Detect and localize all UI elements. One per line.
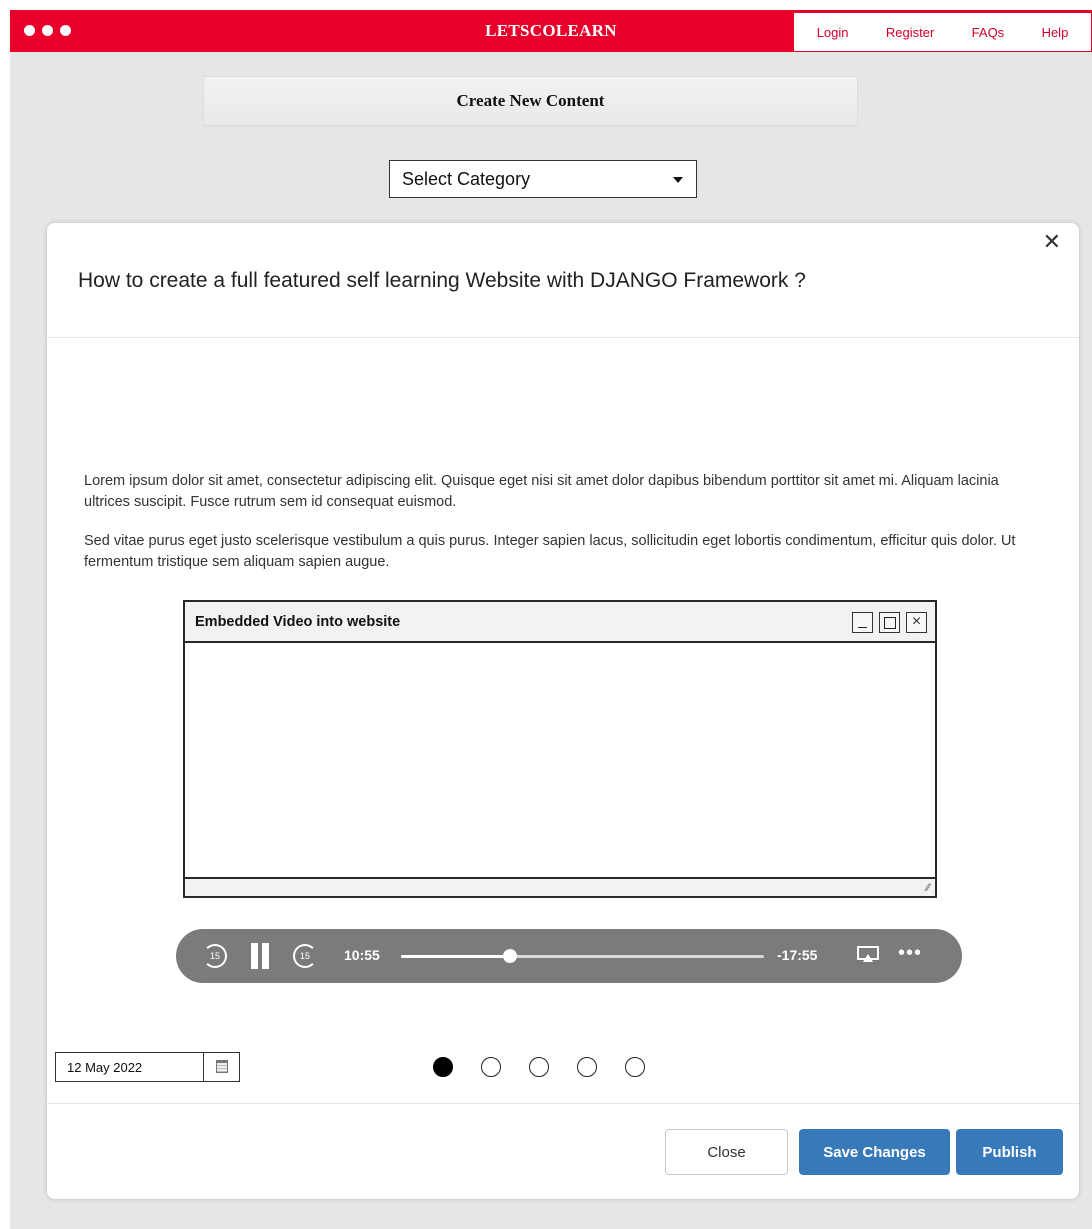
calendar-icon[interactable] bbox=[203, 1053, 239, 1081]
skip-forward-15-icon[interactable]: 15 bbox=[293, 944, 317, 968]
category-select[interactable]: Select Category bbox=[389, 160, 697, 198]
resize-grip-icon[interactable]: ⁄⁄ bbox=[926, 882, 930, 894]
title-bar: LETSCOLEARN Login Register FAQs Help bbox=[10, 10, 1092, 52]
progress-thumb[interactable] bbox=[502, 949, 517, 963]
footer-divider bbox=[47, 1103, 1079, 1104]
embedded-window-title: Embedded Video into website bbox=[195, 614, 401, 630]
content-modal: ✕ How to create a full featured self lea… bbox=[47, 223, 1079, 1199]
embedded-window-controls: × bbox=[852, 612, 927, 633]
date-picker[interactable]: 12 May 2022 bbox=[55, 1052, 240, 1082]
close-button[interactable]: Close bbox=[665, 1129, 788, 1175]
create-content-heading: Create New Content bbox=[203, 76, 858, 126]
video-player-controls: 15 15 10:55 -17:55 ••• bbox=[176, 929, 962, 983]
nav-help-link[interactable]: Help bbox=[1042, 25, 1069, 40]
airplay-icon[interactable] bbox=[857, 946, 879, 964]
progress-slider[interactable] bbox=[401, 949, 764, 963]
pause-icon[interactable] bbox=[249, 943, 271, 969]
embedded-window-header: Embedded Video into website × bbox=[185, 602, 935, 643]
close-window-icon[interactable]: × bbox=[906, 612, 927, 633]
modal-title: How to create a full featured self learn… bbox=[78, 269, 806, 292]
pagination-dots bbox=[433, 1057, 645, 1077]
minimize-icon[interactable] bbox=[852, 612, 873, 633]
pagination-dot-4[interactable] bbox=[577, 1057, 597, 1077]
publish-button[interactable]: Publish bbox=[956, 1129, 1063, 1175]
nav-register-link[interactable]: Register bbox=[886, 25, 934, 40]
embedded-window-statusbar: ⁄⁄ bbox=[185, 877, 935, 896]
current-time: 10:55 bbox=[344, 947, 380, 963]
nav-login-link[interactable]: Login bbox=[817, 25, 849, 40]
progress-fill bbox=[401, 955, 510, 958]
close-icon[interactable]: ✕ bbox=[1043, 230, 1061, 254]
pagination-dot-1[interactable] bbox=[433, 1057, 453, 1077]
pagination-dot-5[interactable] bbox=[625, 1057, 645, 1077]
top-nav: Login Register FAQs Help bbox=[793, 12, 1092, 52]
chevron-down-icon bbox=[673, 177, 683, 183]
browser-window: LETSCOLEARN Login Register FAQs Help Cre… bbox=[10, 10, 1092, 1229]
content-paragraph-2: Sed vitae purus eget justo scelerisque v… bbox=[84, 533, 1016, 570]
save-changes-button[interactable]: Save Changes bbox=[799, 1129, 950, 1175]
nav-faqs-link[interactable]: FAQs bbox=[972, 25, 1005, 40]
category-select-value: Select Category bbox=[402, 168, 531, 189]
header-divider bbox=[47, 337, 1079, 338]
date-value: 12 May 2022 bbox=[67, 1059, 143, 1075]
maximize-icon[interactable] bbox=[879, 612, 900, 633]
embedded-video-window[interactable]: Embedded Video into website × ⁄⁄ bbox=[183, 600, 937, 898]
skip-back-15-icon[interactable]: 15 bbox=[203, 944, 227, 968]
pagination-dot-2[interactable] bbox=[481, 1057, 501, 1077]
content-paragraph-1: Lorem ipsum dolor sit amet, consectetur … bbox=[84, 473, 999, 510]
more-options-icon[interactable]: ••• bbox=[898, 943, 922, 963]
pagination-dot-3[interactable] bbox=[529, 1057, 549, 1077]
remaining-time: -17:55 bbox=[777, 947, 818, 963]
